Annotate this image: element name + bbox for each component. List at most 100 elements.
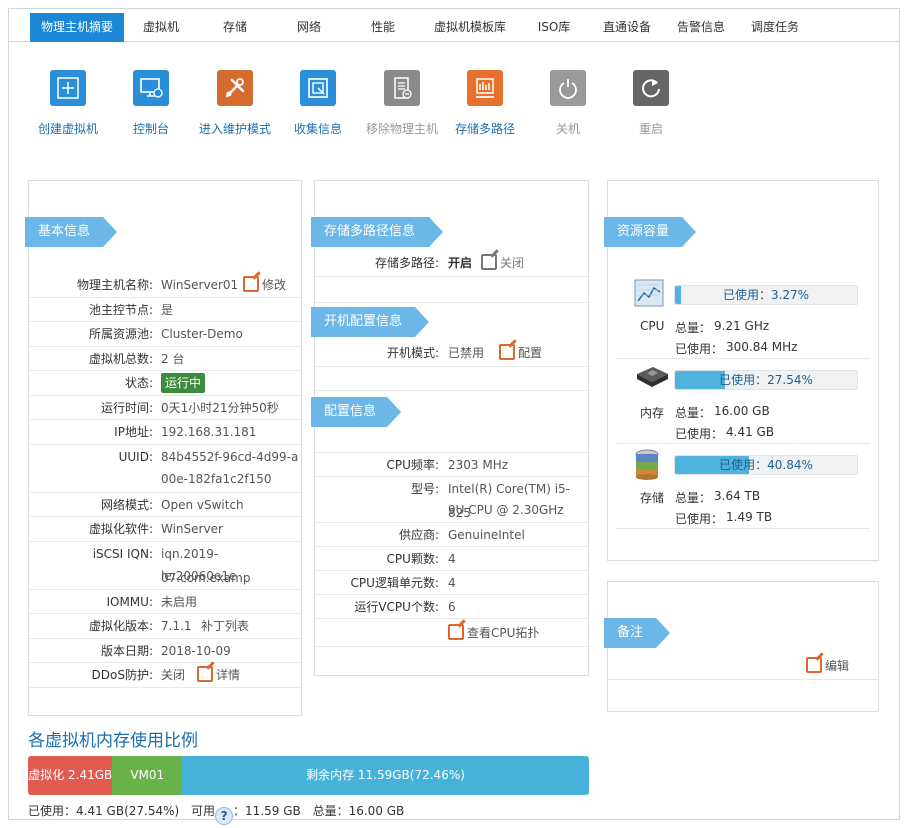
basic-key: 虚拟化版本: — [88, 619, 153, 633]
resource-usage-label: 已使用：27.54% — [719, 373, 813, 387]
boot-mode-key: 开机模式: — [386, 346, 439, 360]
resource-used-key: 已使用： — [675, 512, 724, 526]
remove-host-button[interactable]: 移除物理主机 — [359, 70, 445, 137]
tab-network[interactable]: 网络 — [274, 13, 344, 42]
config-value: GenuineIntel — [448, 528, 525, 542]
tab-vms[interactable]: 虚拟机 — [126, 13, 196, 42]
basic-value-line2: 00e-182fa1c2f150 — [161, 471, 272, 486]
basic-action-label: 详情 — [216, 668, 241, 682]
resource-total-key: 总量： — [675, 321, 712, 335]
cpu-topology-button[interactable]: 查看CPU拓扑 — [448, 619, 539, 647]
resource-total-value: 16.00 GB — [714, 404, 770, 418]
notes-edit-button[interactable]: 编辑 — [806, 652, 849, 680]
basic-row: 状态: 运行中 — [29, 371, 301, 396]
basic-row: 池主控节点: 是 — [29, 298, 301, 322]
basic-value: 关闭 — [161, 668, 186, 682]
help-icon[interactable]: ? — [215, 807, 234, 825]
basic-value: 7.1.1 — [161, 619, 192, 633]
multipath-off-label: 关闭 — [500, 256, 525, 270]
tab-passthrough[interactable]: 直通设备 — [590, 13, 664, 42]
used-value: 4.41 GB(27.54%) — [76, 804, 180, 818]
resource-panel: 资源容量 CPU 已使用：3.27% 总量： 9.21 GHz 已使用： 300.84 M… — [604, 180, 879, 561]
restart-icon — [633, 70, 669, 106]
basic-key: 所属资源池: — [88, 327, 153, 341]
status-badge-wrap: 运行中 — [161, 371, 206, 395]
config-row: 供应商: GenuineIntel — [315, 523, 588, 547]
resource-title: 资源容量 — [604, 217, 696, 247]
memory-segment: 剩余内存 11.59GB(72.46%) — [182, 756, 589, 795]
resource-used-key: 已使用： — [675, 342, 724, 356]
resource-usage-bar: 已使用：40.84% — [674, 455, 858, 475]
notes-row: 编辑 — [608, 652, 878, 680]
restart-button[interactable]: 重启 — [608, 70, 694, 137]
basic-action-label: 修改 — [262, 278, 287, 292]
basic-row: UUID: 84b4552f-96cd-4d99-a 00e-182fa1c2f15… — [29, 445, 301, 493]
tab-schedules[interactable]: 调度任务 — [738, 13, 812, 42]
remove-host-label: 移除物理主机 — [365, 122, 438, 136]
storage-multipath-button[interactable]: 存储多路径 — [442, 70, 528, 137]
basic-value[interactable]: 2 台 — [161, 347, 184, 371]
basic-value: 192.168.31.181 — [161, 425, 257, 439]
maintenance-mode-button[interactable]: 进入维护模式 — [192, 70, 278, 137]
shutdown-button[interactable]: 关机 — [525, 70, 611, 137]
restart-label: 重启 — [638, 122, 663, 136]
cpu-chart-icon — [634, 279, 664, 310]
tab-host-summary[interactable]: 物理主机摘要 — [30, 13, 124, 42]
console-button[interactable]: 控制台 — [108, 70, 194, 137]
create-vm-button[interactable]: 创建虚拟机 — [25, 70, 111, 137]
basic-row: 网络模式: Open vSwitch — [29, 493, 301, 517]
multipath-key: 存储多路径: — [374, 256, 439, 270]
basic-key: 版本日期: — [100, 643, 153, 658]
tab-storage[interactable]: 存储 — [200, 13, 270, 42]
collect-info-label: 收集信息 — [293, 122, 342, 136]
memory-chip-icon — [634, 364, 670, 393]
resource-usage-bar: 已使用：3.27% — [674, 285, 858, 305]
tab-iso[interactable]: ISO库 — [524, 13, 584, 42]
config-row: 型号: Intel(R) Core(TM) i5-825 9U CPU @ 2.30… — [315, 477, 588, 523]
cpu-topology-label: 查看CPU拓扑 — [467, 626, 540, 640]
config-key: 供应商: — [398, 528, 439, 542]
multipath-title: 存储多路径信息 — [311, 217, 443, 247]
basic-action-button[interactable]: 补丁列表 — [201, 614, 249, 638]
basic-value: 是 — [161, 302, 174, 317]
boot-config-title: 开机配置信息 — [311, 307, 429, 337]
resource-name: 存储 — [640, 491, 665, 505]
collect-info-button[interactable]: 收集信息 — [275, 70, 361, 137]
config-row: CPU颗数: 4 — [315, 547, 588, 571]
basic-row: 版本日期: 2018-10-09 — [29, 639, 301, 663]
boot-config-label: 配置 — [518, 346, 543, 360]
cpu-topology-row: 查看CPU拓扑 — [315, 619, 588, 647]
available-value: ：11.59 GB — [233, 804, 301, 818]
memory-summary: 已使用：4.41 GB(27.54%) 可用? ：11.59 GB 总量：16.0… — [28, 802, 404, 825]
basic-value: 未启用 — [161, 594, 198, 609]
resource-used-key: 已使用： — [675, 427, 724, 441]
middle-panel: 存储多路径信息 存储多路径: 开启 关闭 开机配置信息 开机模式: 已禁用 配置… — [311, 180, 589, 676]
edit-icon — [197, 666, 213, 682]
basic-row: IOMMU: 未启用 — [29, 590, 301, 614]
basic-action-button[interactable]: 详情 — [197, 663, 240, 687]
basic-value[interactable]: Cluster-Demo — [161, 322, 243, 346]
edit-icon — [499, 344, 515, 360]
tab-alarms[interactable]: 告警信息 — [664, 13, 738, 42]
resource-item: 存储 已使用：40.84% 总量： 3.64 TB 已使用： 1.49 TB — [616, 445, 870, 529]
basic-info-panel: 基本信息 物理主机名称: WinServer01 修改 池主控节点: 是所属资源池: Cl… — [25, 180, 302, 716]
resource-total-key: 总量： — [675, 491, 712, 505]
resource-name: CPU — [640, 319, 665, 333]
config-key: CPU频率: — [386, 458, 439, 472]
multipath-off-button[interactable]: 关闭 — [481, 251, 524, 275]
boot-config-button[interactable]: 配置 — [499, 341, 542, 365]
server-remove-icon — [384, 70, 420, 106]
config-key: CPU颗数: — [386, 552, 439, 566]
tab-performance[interactable]: 性能 — [348, 13, 418, 42]
resource-item: 内存 已使用：27.54% 总量： 16.00 GB 已使用： 4.41 GB — [616, 360, 870, 444]
resource-usage-label: 已使用：3.27% — [722, 288, 810, 302]
database-icon — [634, 449, 660, 484]
basic-action-button[interactable]: 修改 — [243, 273, 286, 297]
basic-value-line2: le:20060e1e — [161, 568, 237, 583]
basic-value: 84b4552f-96cd-4d99-a — [161, 449, 299, 464]
tab-vm-templates[interactable]: 虚拟机模板库 — [420, 13, 520, 42]
config-key: 运行VCPU个数: — [354, 600, 439, 614]
notes-edit-label: 编辑 — [825, 659, 850, 673]
notes-title: 备注 — [604, 618, 670, 648]
create-vm-label: 创建虚拟机 — [37, 122, 98, 136]
